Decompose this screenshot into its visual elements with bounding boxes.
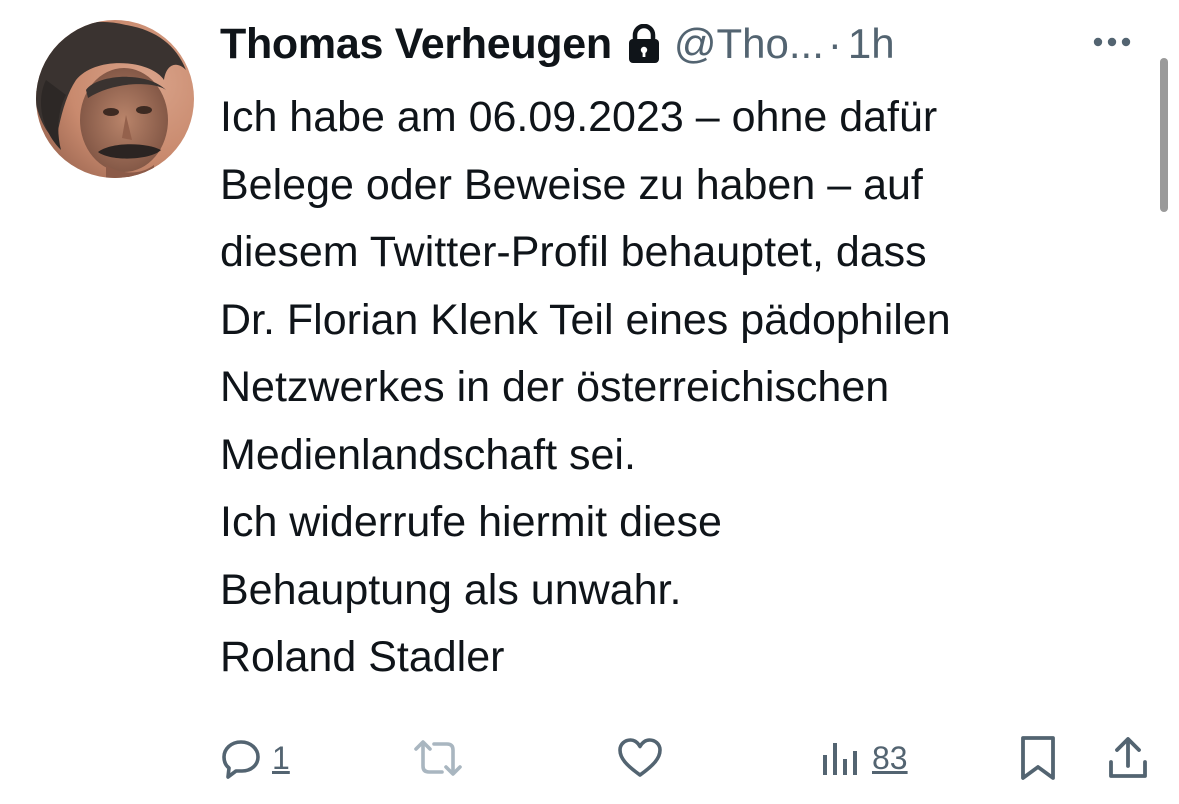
bookmark-icon: [1018, 734, 1058, 782]
like-button[interactable]: [616, 728, 664, 788]
tweet-text-line: diesem Twitter-Profil behauptet, dass: [220, 228, 927, 276]
heart-icon: [616, 737, 664, 779]
tweet-text-line: Behauptung als unwahr.: [220, 565, 682, 614]
retweet-icon: [410, 737, 466, 779]
reply-icon: [220, 737, 262, 779]
views-count: 83: [872, 739, 908, 776]
bookmark-button[interactable]: [1018, 728, 1058, 788]
tweet-action-bar: 1 83: [0, 728, 1179, 788]
avatar[interactable]: [36, 20, 194, 178]
lock-icon: [626, 23, 662, 64]
tweet-text-line: Belege oder Beweise zu haben – auf: [220, 160, 923, 209]
tweet-text: Ich habe am 06.09.2023 – ohne dafür Bele…: [220, 84, 1150, 692]
share-icon: [1106, 734, 1150, 782]
tweet-text-line: Dr. Florian Klenk Teil eines pädophilen: [220, 295, 951, 344]
tweet-text-line: Netzwerkes in der österreichischen: [220, 363, 890, 411]
tweet-text-line: Medienlandschaft sei.: [220, 430, 636, 479]
views-chart-icon: [818, 737, 862, 779]
tweet-text-line: Ich widerrufe hiermit diese: [220, 498, 722, 546]
timestamp[interactable]: 1h: [848, 20, 895, 68]
scrollbar[interactable]: [1160, 58, 1168, 212]
share-button[interactable]: [1106, 728, 1150, 788]
reply-count: 1: [272, 739, 290, 776]
separator-dot: ·: [827, 20, 842, 67]
more-horizontal-icon[interactable]: [1084, 30, 1140, 54]
retweet-button[interactable]: [410, 728, 466, 788]
reply-button[interactable]: 1: [220, 728, 290, 788]
tweet-text-line: Roland Stadler: [220, 633, 505, 681]
author-display-name[interactable]: Thomas Verheugen: [220, 20, 612, 69]
views-button[interactable]: 83: [818, 728, 908, 788]
tweet-text-line: Ich habe am 06.09.2023 – ohne dafür: [220, 93, 938, 141]
tweet-header: Thomas Verheugen @Tho... · 1h: [220, 14, 895, 74]
tweet-card: Thomas Verheugen @Tho... · 1h Ich habe a…: [0, 0, 1179, 804]
avatar-image: [36, 20, 194, 178]
author-handle[interactable]: @Tho...: [674, 20, 824, 68]
